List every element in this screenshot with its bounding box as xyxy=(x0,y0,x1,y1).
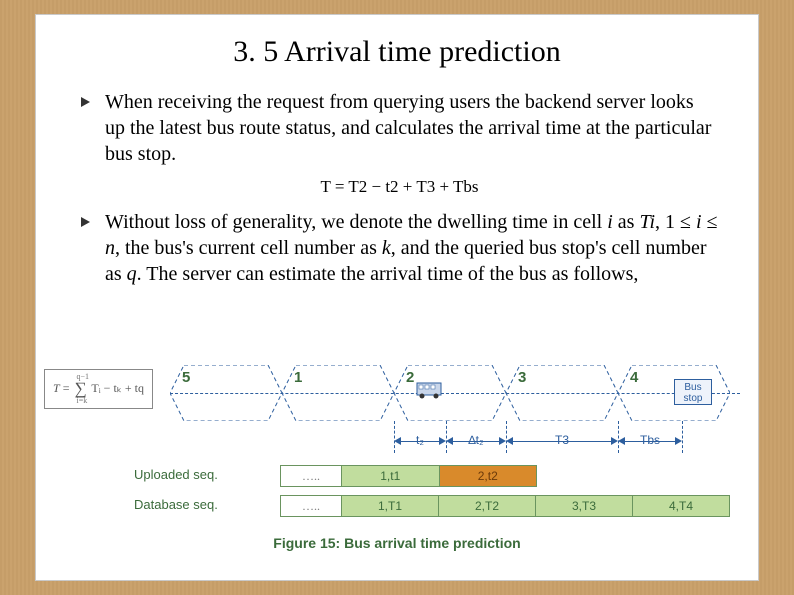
seq-cell: 1,t1 xyxy=(341,465,440,487)
hex-cell: 4 Bus stop xyxy=(618,365,730,421)
hex-cell: 1 xyxy=(282,365,394,421)
arrow-row: t₂ ∆t₂ T3 Tbs xyxy=(170,421,740,457)
interval-arrow: Tbs xyxy=(618,435,682,449)
bullet-text: When receiving the request from querying… xyxy=(105,89,718,167)
seq-gap xyxy=(537,465,634,487)
seq-cell: 1,T1 xyxy=(341,495,439,517)
uploaded-seq-row: Uploaded seq. ….. 1,t1 2,t2 xyxy=(36,465,758,487)
seq-track: ….. 1,T1 2,T2 3,T3 4,T4 xyxy=(280,495,730,517)
slide-frame: 3. 5 Arrival time prediction When receiv… xyxy=(35,14,759,581)
bullet-icon xyxy=(81,97,90,107)
hex-cell: 3 xyxy=(506,365,618,421)
bullet-item: When receiving the request from querying… xyxy=(81,89,718,167)
formula: T = T2 − t2 + T3 + Tbs xyxy=(81,177,718,197)
seq-cell: 3,T3 xyxy=(536,495,633,517)
seq-cell: 2,t2 xyxy=(440,465,538,487)
hex-cell: 5 xyxy=(170,365,282,421)
bus-icon xyxy=(416,380,446,400)
interval-arrow: T3 xyxy=(506,435,618,449)
seq-dots: ….. xyxy=(280,465,341,487)
equation-box: T = ∑ q−1 i=k Tᵢ − tₖ + tq xyxy=(44,369,153,409)
database-seq-row: Database seq. ….. 1,T1 2,T2 3,T3 4,T4 xyxy=(36,495,758,517)
seq-track: ….. 1,t1 2,t2 xyxy=(280,465,730,487)
seq-dots: ….. xyxy=(280,495,341,517)
interval-arrow: ∆t₂ xyxy=(446,435,506,449)
hex-row: 5 1 2 3 4 Bus stop xyxy=(170,365,740,427)
hex-cell: 2 xyxy=(394,365,506,421)
seq-cell: 2,T2 xyxy=(439,495,536,517)
slide-title: 3. 5 Arrival time prediction xyxy=(36,35,758,69)
seq-gap xyxy=(634,465,731,487)
bus-stop-box: Bus stop xyxy=(674,379,712,405)
bullet-text: Without loss of generality, we denote th… xyxy=(105,209,718,287)
figure-diagram: T = ∑ q−1 i=k Tᵢ − tₖ + tq 5 1 xyxy=(36,365,758,555)
sigma-icon: ∑ q−1 i=k xyxy=(74,379,86,399)
seq-cell: 4,T4 xyxy=(633,495,730,517)
interval-arrow: t₂ xyxy=(394,435,446,449)
row-label: Uploaded seq. xyxy=(134,467,218,482)
tick xyxy=(682,421,683,453)
bullet-list: When receiving the request from querying… xyxy=(81,89,718,287)
row-label: Database seq. xyxy=(134,497,218,512)
figure-caption: Figure 15: Bus arrival time prediction xyxy=(36,535,758,551)
bullet-item: Without loss of generality, we denote th… xyxy=(81,209,718,287)
bullet-icon xyxy=(81,217,90,227)
